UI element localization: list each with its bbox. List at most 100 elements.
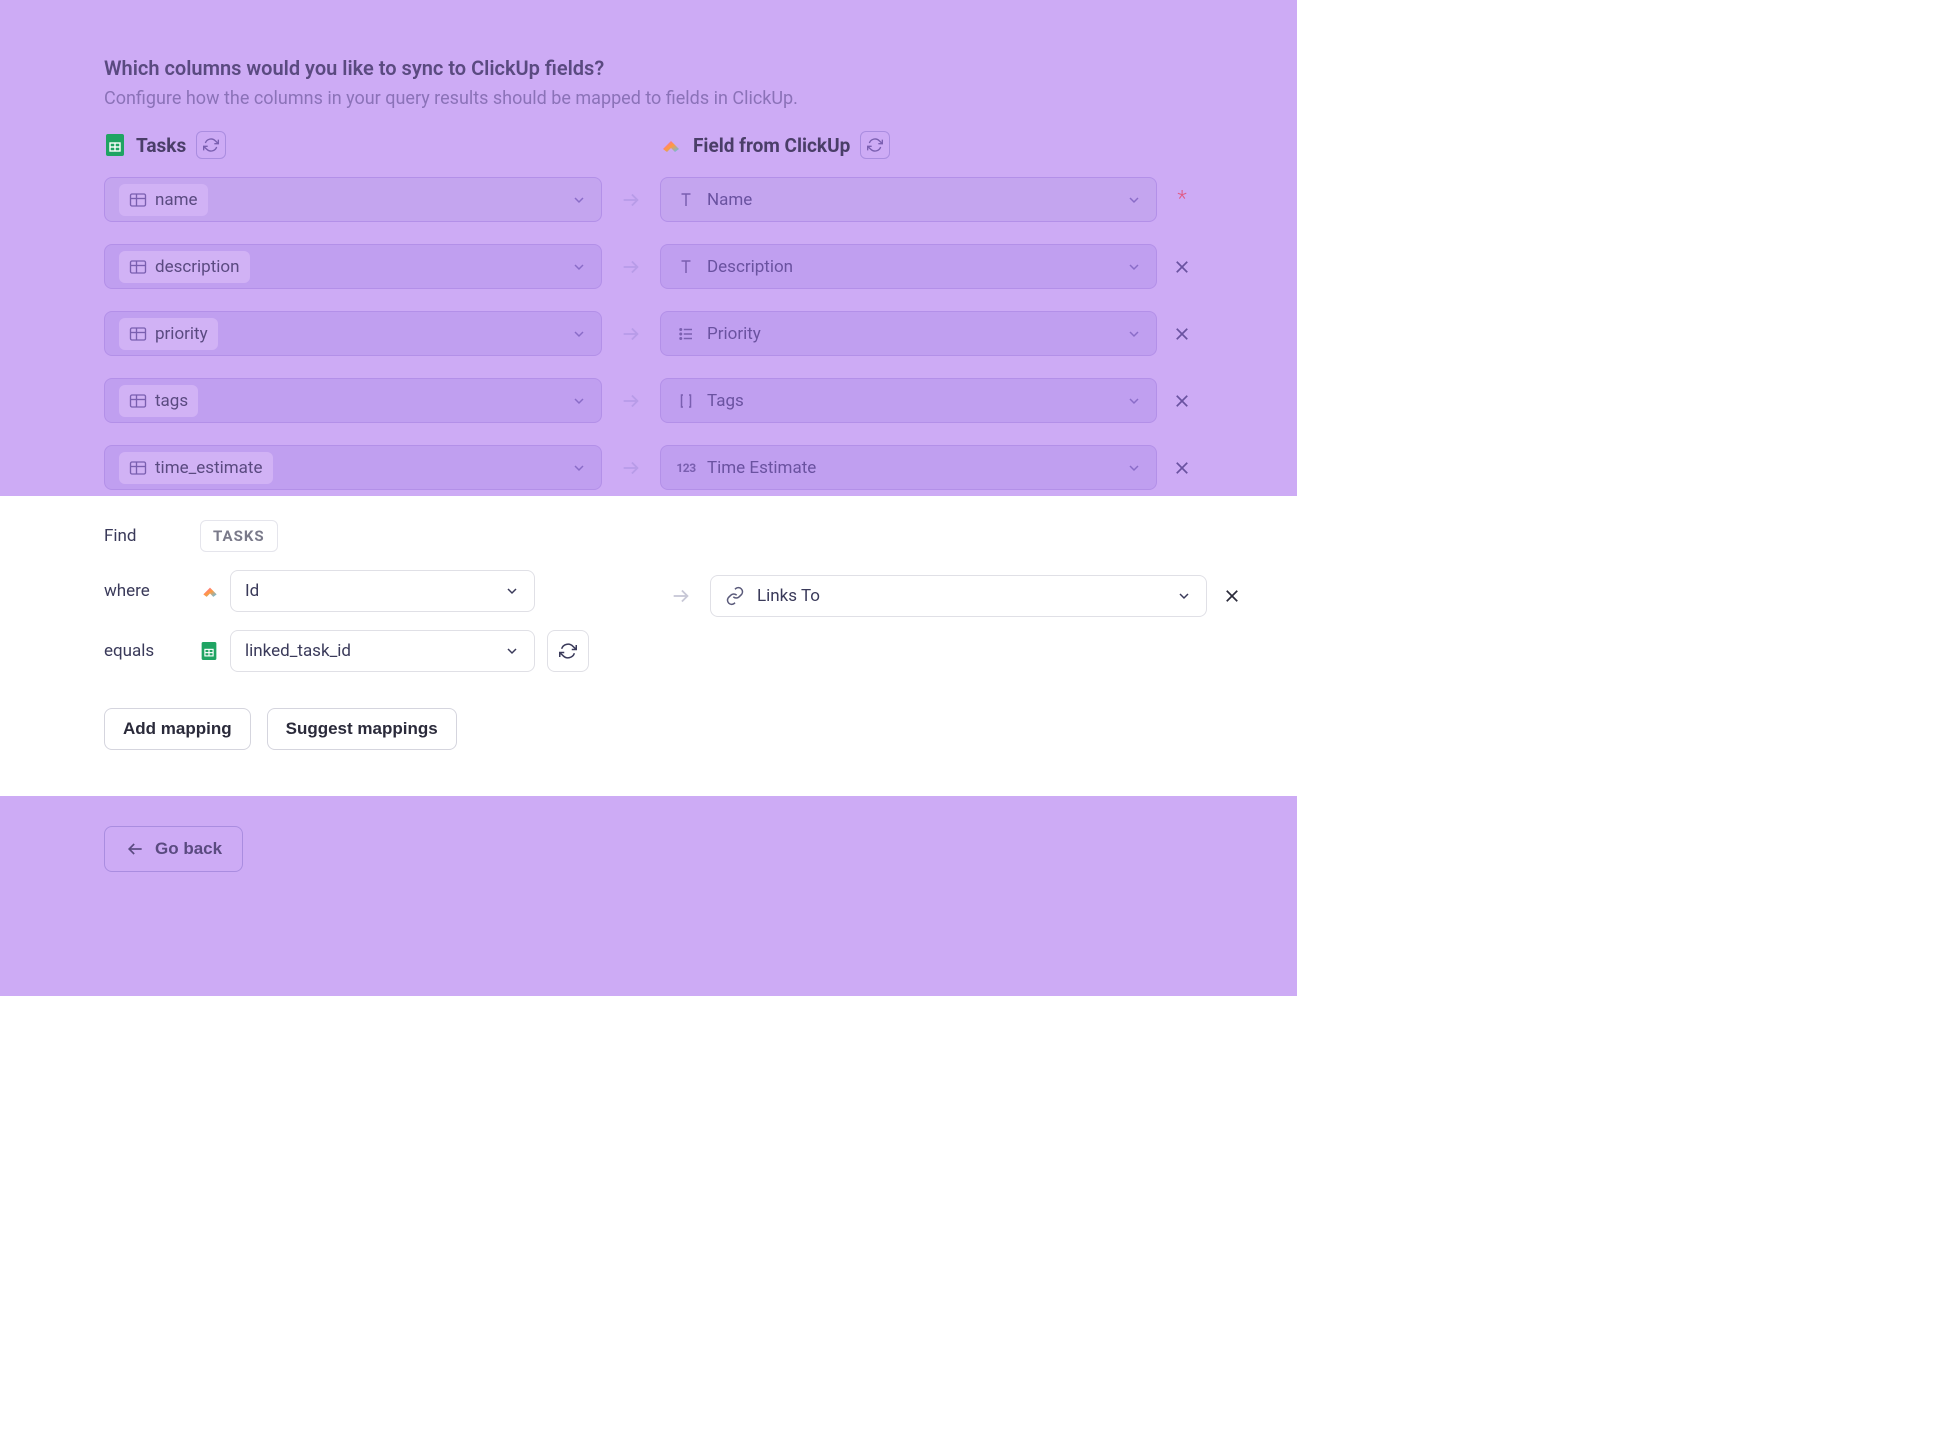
table-icon — [129, 393, 147, 409]
remove-mapping-button[interactable] — [1173, 392, 1191, 410]
table-icon — [129, 192, 147, 208]
chevron-down-icon — [504, 583, 520, 599]
source-column-select[interactable]: time_estimate — [104, 445, 602, 490]
arrow-right-icon — [602, 323, 660, 345]
source-column-name: time_estimate — [155, 458, 263, 478]
row-action — [1157, 325, 1207, 343]
chevron-down-icon — [1126, 326, 1142, 342]
field-type-icon — [675, 258, 697, 276]
chevron-down-icon — [571, 192, 587, 208]
source-column-select[interactable]: tags — [104, 378, 602, 423]
sheets-icon — [104, 133, 126, 157]
target-field-name: Tags — [707, 391, 744, 411]
table-icon — [129, 326, 147, 342]
source-column-name: tags — [155, 391, 188, 411]
clickup-icon — [659, 133, 683, 157]
column-tag: tags — [119, 385, 198, 417]
field-type-icon — [675, 392, 697, 410]
chevron-down-icon — [1126, 192, 1142, 208]
chevron-down-icon — [571, 460, 587, 476]
remove-mapping-button[interactable] — [1173, 258, 1191, 276]
column-headers: Tasks Field from ClickUp — [104, 131, 1257, 159]
mapping-row: priority Priority — [104, 311, 1257, 356]
chevron-down-icon — [571, 393, 587, 409]
arrow-right-icon — [602, 457, 660, 479]
lookup-target-label: Links To — [757, 586, 820, 606]
field-type-icon — [675, 191, 697, 209]
footer-panel: Go back — [0, 796, 1297, 996]
remove-lookup-button[interactable] — [1207, 587, 1257, 605]
where-label: where — [104, 581, 200, 601]
where-field-value: Id — [245, 581, 259, 601]
chevron-down-icon — [571, 259, 587, 275]
find-entity-chip: TASKS — [200, 520, 278, 552]
link-icon — [725, 586, 745, 606]
target-field-select[interactable]: Tags — [660, 378, 1157, 423]
panel-question: Which columns would you like to sync to … — [104, 56, 1257, 80]
suggest-mappings-button[interactable]: Suggest mappings — [267, 708, 457, 750]
required-asterisk: * — [1177, 187, 1186, 212]
refresh-icon — [203, 137, 219, 153]
refresh-equals-button[interactable] — [547, 630, 589, 672]
chevron-down-icon — [1126, 393, 1142, 409]
target-field-name: Description — [707, 257, 793, 277]
source-column-select[interactable]: description — [104, 244, 602, 289]
sheets-icon — [200, 641, 230, 661]
source-column-name: name — [155, 190, 198, 210]
mapping-row: description Description — [104, 244, 1257, 289]
target-field-select[interactable]: Description — [660, 244, 1157, 289]
arrow-right-icon — [602, 256, 660, 278]
refresh-target-button[interactable] — [860, 131, 890, 159]
target-field-select[interactable]: Priority — [660, 311, 1157, 356]
arrow-right-icon — [652, 585, 710, 607]
go-back-label: Go back — [155, 839, 222, 859]
refresh-source-button[interactable] — [196, 131, 226, 159]
column-tag: time_estimate — [119, 452, 273, 484]
target-field-name: Priority — [707, 324, 761, 344]
row-action — [1157, 459, 1207, 477]
row-action — [1157, 258, 1207, 276]
find-label: Find — [104, 526, 200, 546]
mapping-config-panel: Which columns would you like to sync to … — [0, 0, 1297, 496]
equals-column-value: linked_task_id — [245, 641, 351, 661]
lookup-target-select[interactable]: Links To — [710, 575, 1207, 617]
chevron-down-icon — [1126, 259, 1142, 275]
remove-mapping-button[interactable] — [1173, 459, 1191, 477]
table-icon — [129, 460, 147, 476]
table-icon — [129, 259, 147, 275]
arrow-right-icon — [602, 189, 660, 211]
source-column-title: Tasks — [136, 134, 186, 157]
refresh-icon — [559, 642, 577, 660]
row-action — [1157, 392, 1207, 410]
panel-subtitle: Configure how the columns in your query … — [104, 88, 1257, 109]
remove-mapping-button[interactable] — [1173, 325, 1191, 343]
target-field-select[interactable]: Name — [660, 177, 1157, 222]
field-type-icon: 123 — [675, 461, 697, 475]
chevron-down-icon — [504, 643, 520, 659]
target-field-name: Name — [707, 190, 752, 210]
lookup-panel: Find TASKS where Id equa — [0, 496, 1297, 796]
mapping-rows: name Name * description Description priority P… — [104, 177, 1257, 490]
row-action: * — [1157, 187, 1207, 212]
go-back-button[interactable]: Go back — [104, 826, 243, 872]
target-column-title: Field from ClickUp — [693, 134, 850, 157]
target-field-select[interactable]: 123 Time Estimate — [660, 445, 1157, 490]
arrow-right-icon — [602, 390, 660, 412]
column-tag: priority — [119, 318, 218, 350]
source-column-select[interactable]: name — [104, 177, 602, 222]
column-tag: description — [119, 251, 250, 283]
mapping-row: time_estimate 123 Time Estimate — [104, 445, 1257, 490]
add-mapping-button[interactable]: Add mapping — [104, 708, 251, 750]
clickup-icon — [200, 581, 230, 601]
mapping-row: tags Tags — [104, 378, 1257, 423]
field-type-icon — [675, 325, 697, 343]
equals-column-select[interactable]: linked_task_id — [230, 630, 535, 672]
where-field-select[interactable]: Id — [230, 570, 535, 612]
equals-label: equals — [104, 641, 200, 661]
refresh-icon — [867, 137, 883, 153]
arrow-left-icon — [125, 839, 145, 859]
chevron-down-icon — [1176, 588, 1192, 604]
source-column-select[interactable]: priority — [104, 311, 602, 356]
target-field-name: Time Estimate — [707, 458, 816, 478]
column-tag: name — [119, 184, 208, 216]
